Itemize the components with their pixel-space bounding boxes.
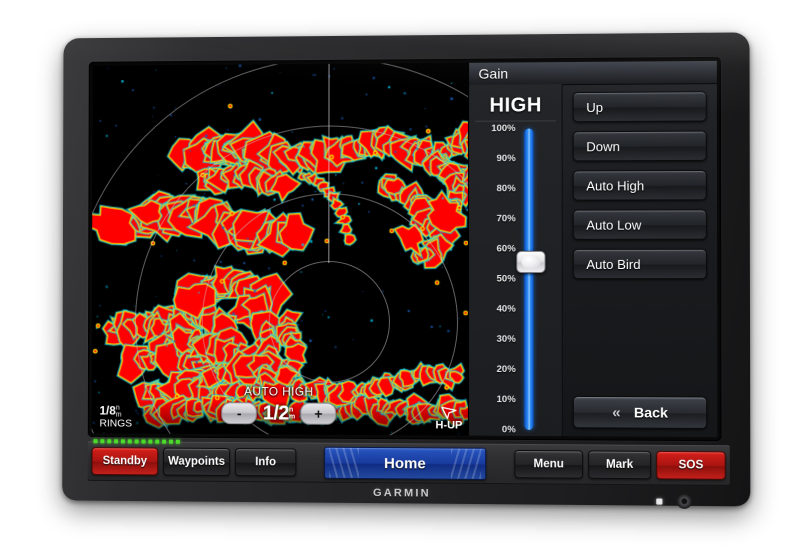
gain-scale: 100% 90% 80% 70% 60% 50% 40% 30% 20% 10% 0% <box>469 123 519 435</box>
power-led <box>656 498 663 505</box>
gain-slider-fill <box>524 128 534 430</box>
gain-button-column: Up Down Auto High Auto Low Auto Bird « B… <box>563 83 717 437</box>
status-led <box>141 439 146 444</box>
radar-orientation-indicator: H-UP <box>435 405 463 432</box>
status-led <box>148 439 153 444</box>
garmin-logo: GARMIN <box>372 487 431 500</box>
gain-scale-tick: 20% <box>496 363 516 376</box>
chartplotter-device: AUTO HIGH 1/8n m RINGS - 1/2n m + H-UP G… <box>62 32 751 509</box>
double-chevron-left-icon: « <box>612 403 618 421</box>
gain-scale-tick: 80% <box>496 183 516 195</box>
radar-range-controls: - 1/2n m + <box>92 398 469 430</box>
status-led <box>134 439 139 444</box>
status-led <box>155 439 160 444</box>
gain-scale-tick: 0% <box>501 424 516 436</box>
status-led <box>162 439 167 444</box>
status-led <box>93 439 98 444</box>
softkey-mark[interactable]: Mark <box>588 450 652 480</box>
display-screen: AUTO HIGH 1/8n m RINGS - 1/2n m + H-UP G… <box>91 60 718 438</box>
gain-auto-bird-button[interactable]: Auto Bird <box>573 248 707 280</box>
gain-up-button[interactable]: Up <box>573 91 707 123</box>
gain-scale-tick: 10% <box>496 394 516 406</box>
status-led <box>100 439 105 444</box>
gain-slider[interactable] <box>516 128 546 430</box>
back-button[interactable]: « Back <box>573 395 708 429</box>
radar-heading-line <box>328 62 330 264</box>
range-unit: nm <box>288 406 295 421</box>
softkey-standby[interactable]: Standby <box>91 447 159 476</box>
gain-panel-title: Gain <box>469 60 717 86</box>
gain-auto-high-button[interactable]: Auto High <box>573 169 707 201</box>
radar-display[interactable]: AUTO HIGH 1/8n m RINGS - 1/2n m + H-UP <box>91 62 469 436</box>
home-slant-left-icon <box>329 447 359 478</box>
gain-scale-tick: 30% <box>496 333 516 345</box>
gain-slider-column: HIGH 100% 90% 80% 70% 60% 50% 40% 30% 20% 10% 0% <box>469 84 564 437</box>
radar-zoom-in-button[interactable]: + <box>300 402 337 425</box>
gain-scale-tick: 50% <box>496 273 516 285</box>
softkey-bar: Standby Waypoints Info Home Menu Mark SO… <box>87 438 730 486</box>
gain-scale-tick: 60% <box>496 243 516 255</box>
gain-scale-tick: 40% <box>496 303 516 315</box>
status-led-strip <box>93 438 184 445</box>
gain-scale-tick: 70% <box>496 213 516 225</box>
display-bezel: AUTO HIGH 1/8n m RINGS - 1/2n m + H-UP G… <box>87 56 722 442</box>
radar-zoom-out-button[interactable]: - <box>221 402 257 425</box>
gain-auto-low-button[interactable]: Auto Low <box>573 209 707 240</box>
gain-scale-tick: 100% <box>491 123 516 135</box>
gain-slider-thumb[interactable] <box>516 250 546 274</box>
softkey-home[interactable]: Home <box>324 446 487 480</box>
status-led <box>114 439 119 444</box>
screenshot-root: AUTO HIGH 1/8n m RINGS - 1/2n m + H-UP G… <box>0 0 800 554</box>
ir-sensor[interactable] <box>676 493 692 509</box>
status-led <box>169 439 173 444</box>
softkey-info[interactable]: Info <box>234 448 297 477</box>
gain-current-value: HIGH <box>475 90 556 122</box>
status-led <box>120 439 125 444</box>
orientation-label: H-UP <box>435 419 463 432</box>
softkey-sos[interactable]: SOS <box>656 450 726 480</box>
softkey-waypoints[interactable]: Waypoints <box>163 447 231 476</box>
gain-panel: Gain HIGH 100% 90% 80% 70% 60% 50% 40% 30% 20% 10… <box>468 60 718 438</box>
back-button-label: Back <box>633 404 668 421</box>
gain-scale-tick: 90% <box>496 153 516 165</box>
softkey-home-label: Home <box>384 454 426 472</box>
radar-range-value: 1/2n m <box>262 401 295 425</box>
gain-panel-body: HIGH 100% 90% 80% 70% 60% 50% 40% 30% 20% 10% 0% U… <box>469 83 717 437</box>
home-slant-right-icon <box>450 448 482 479</box>
softkey-menu[interactable]: Menu <box>514 449 584 479</box>
gain-down-button[interactable]: Down <box>573 130 707 162</box>
status-led <box>107 439 112 444</box>
status-led <box>127 439 132 444</box>
status-led <box>175 439 180 444</box>
